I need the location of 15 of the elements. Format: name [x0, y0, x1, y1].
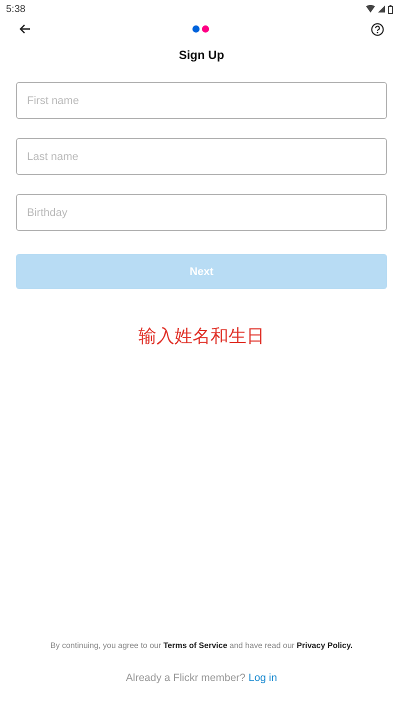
login-prompt: Already a Flickr member? — [126, 672, 246, 684]
back-arrow-icon[interactable] — [19, 24, 31, 34]
logo-icon — [192, 25, 210, 33]
annotation-text: 输入姓名和生日 — [138, 325, 266, 348]
terms-text: By continuing, you agree to our Terms of Service and have read our Privacy Policy. — [49, 641, 354, 650]
input-field[interactable]: First name — [16, 82, 387, 119]
login-link[interactable]: Log in — [248, 672, 278, 684]
battery-icon — [388, 4, 393, 14]
help-icon[interactable] — [371, 22, 384, 36]
signal-icon — [378, 5, 385, 13]
status-time: 5:38 — [6, 4, 26, 14]
page-title: Sign Up — [178, 48, 226, 62]
input-field[interactable]: Birthday — [16, 194, 387, 231]
wifi-icon — [366, 5, 375, 13]
input-field[interactable]: Last name — [16, 138, 387, 175]
